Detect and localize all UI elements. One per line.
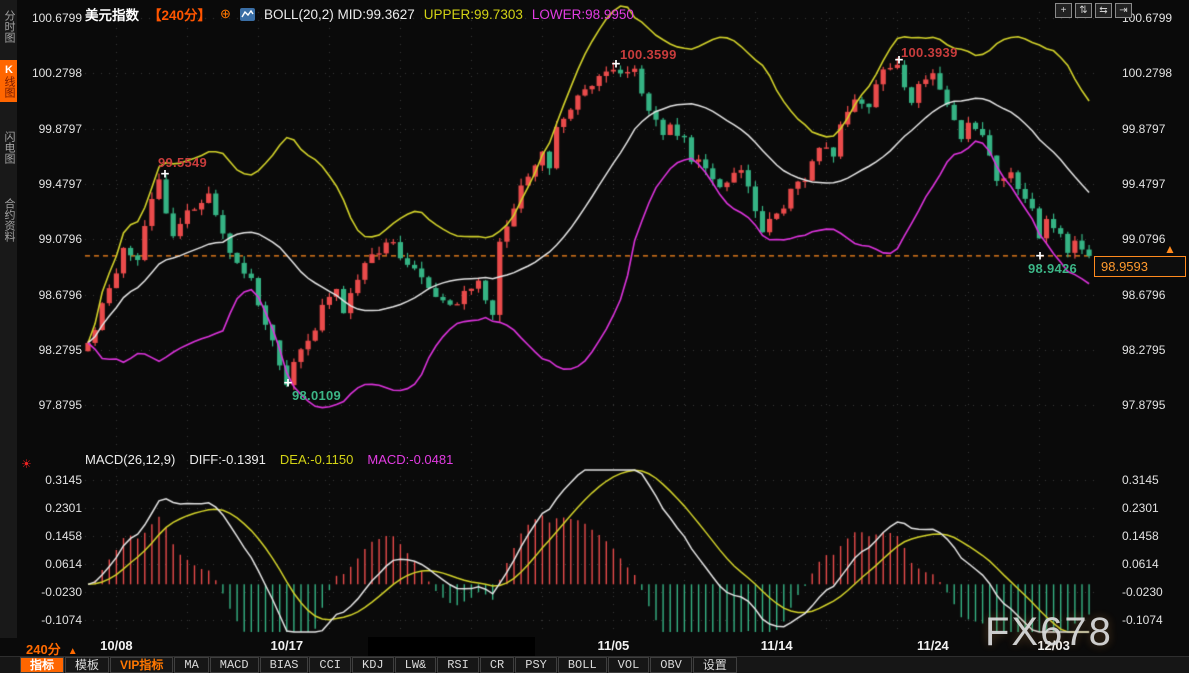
toolbar-button-BIAS[interactable]: BIAS <box>260 657 309 673</box>
y-axis-label: 99.8797 <box>1122 122 1184 136</box>
y-axis-label: 0.2301 <box>30 501 82 515</box>
toolbar-button-BOLL[interactable]: BOLL <box>558 657 607 673</box>
toolbar-button-CR[interactable]: CR <box>480 657 514 673</box>
current-price-box: 98.9593 <box>1094 256 1186 277</box>
y-axis-label: 100.6799 <box>30 11 82 25</box>
toolbar-button-PSY[interactable]: PSY <box>515 657 557 673</box>
y-axis-label: -0.1074 <box>30 613 82 627</box>
boll-mid-value: BOLL(20,2) MID:99.3627 <box>264 7 415 22</box>
toolbar-button-CCI[interactable]: CCI <box>309 657 351 673</box>
y-axis-label: 100.2798 <box>1122 66 1184 80</box>
fx678-watermark: FX678 <box>985 610 1113 655</box>
boll-upper-value: UPPER:99.7303 <box>424 7 523 22</box>
session-status-icon: ☀ <box>21 457 32 471</box>
extreme-marker-icon: + <box>895 52 904 69</box>
macd-diff-value: DIFF:-0.1391 <box>189 452 266 467</box>
macd-macd-value: MACD:-0.0481 <box>367 452 453 467</box>
price-annotation: 98.0109 <box>292 388 341 403</box>
crosshair-icon[interactable]: + <box>1055 3 1072 18</box>
toolbar-button-RSI[interactable]: RSI <box>437 657 479 673</box>
y-axis-label: 100.2798 <box>30 66 82 80</box>
toolbar-button-模板[interactable]: 模板 <box>65 657 109 673</box>
sidebar-item-1[interactable]: 分时图 <box>0 6 17 47</box>
current-price-value: 98.9593 <box>1101 259 1148 274</box>
chart-header: 美元指数 【240分】 ⊕ BOLL(20,2) MID:99.3627 UPP… <box>85 4 634 24</box>
toolbar-button-OBV[interactable]: OBV <box>650 657 692 673</box>
macd-formula: MACD(26,12,9) <box>85 452 175 467</box>
chart-window-controls: +⇅⇆⇥ <box>1055 3 1132 18</box>
x-axis-label: 11/05 <box>597 638 629 653</box>
y-axis-label: 0.3145 <box>1122 473 1184 487</box>
y-axis-label: 0.0614 <box>1122 557 1184 571</box>
extreme-marker-icon: + <box>284 375 293 392</box>
y-axis-label: 0.0614 <box>30 557 82 571</box>
x-axis-label: 10/08 <box>100 638 133 653</box>
chart-type-icon[interactable] <box>240 8 255 21</box>
extreme-marker-icon: + <box>161 166 170 183</box>
fit-vertical-icon[interactable]: ⇅ <box>1075 3 1092 18</box>
y-axis-label: 98.6796 <box>1122 288 1184 302</box>
circle-plus-icon[interactable]: ⊕ <box>220 6 231 22</box>
y-axis-label: 99.8797 <box>30 122 82 136</box>
toolbar-button-设置[interactable]: 设置 <box>693 657 737 673</box>
price-annotation: 100.3939 <box>901 45 958 60</box>
sidebar-item-2[interactable]: K线图 <box>0 60 17 102</box>
y-axis-label: 0.1458 <box>1122 529 1184 543</box>
goto-latest-icon[interactable]: ⇥ <box>1115 3 1132 18</box>
y-axis-label: 99.0796 <box>30 232 82 246</box>
toolbar-button-LW&[interactable]: LW& <box>395 657 437 673</box>
toolbar-button-MA[interactable]: MA <box>174 657 208 673</box>
toolbar-button-KDJ[interactable]: KDJ <box>352 657 394 673</box>
y-axis-label: 0.3145 <box>30 473 82 487</box>
macd-dea-value: DEA:-0.1150 <box>280 452 353 467</box>
left-sidebar: 分时图 K线图闪电图合约资料 <box>0 0 17 638</box>
macd-header: MACD(26,12,9) DIFF:-0.1391 DEA:-0.1150 M… <box>85 452 453 467</box>
extreme-marker-icon: + <box>1036 248 1045 265</box>
y-axis-label: 98.2795 <box>1122 343 1184 357</box>
blackout-region <box>368 637 535 656</box>
x-axis-label: 11/14 <box>761 638 793 653</box>
y-axis-label: 97.8795 <box>1122 398 1184 412</box>
y-axis-label: 99.4797 <box>1122 177 1184 191</box>
y-axis-label: 98.2795 <box>30 343 82 357</box>
y-axis-label: 97.8795 <box>30 398 82 412</box>
y-axis-label: -0.0230 <box>1122 585 1184 599</box>
y-axis-label: -0.0230 <box>30 585 82 599</box>
indicator-toolbar: 指标模板VIP指标MAMACDBIASCCIKDJLW&RSICRPSYBOLL… <box>0 656 1189 673</box>
sidebar-item-3[interactable]: 闪电图 <box>0 127 17 168</box>
boll-lower-value: LOWER:98.9950 <box>532 7 634 22</box>
fit-horizontal-icon[interactable]: ⇆ <box>1095 3 1112 18</box>
symbol-title: 美元指数 <box>85 4 139 24</box>
sidebar-item-4[interactable]: 合约资料 <box>0 194 17 246</box>
period-label: 【240分】 <box>148 4 211 24</box>
y-axis-label: 0.2301 <box>1122 501 1184 515</box>
y-axis-label: -0.1074 <box>1122 613 1184 627</box>
toolbar-button-MACD[interactable]: MACD <box>210 657 259 673</box>
extreme-marker-icon: + <box>612 56 621 73</box>
toolbar-button-指标[interactable]: 指标 <box>20 657 64 673</box>
y-axis-label: 99.4797 <box>30 177 82 191</box>
price-chart-canvas[interactable] <box>0 0 1189 673</box>
toolbar-button-VIP指标[interactable]: VIP指标 <box>110 657 173 673</box>
x-axis-label: 10/17 <box>271 638 304 653</box>
y-axis-label: 98.6796 <box>30 288 82 302</box>
y-axis-label: 0.1458 <box>30 529 82 543</box>
price-annotation: 100.3599 <box>620 47 677 62</box>
x-axis-label: 11/24 <box>917 638 949 653</box>
period-selector-label: 240分 <box>26 642 61 657</box>
price-up-arrow-icon: ▲ <box>1164 242 1176 256</box>
toolbar-button-VOL[interactable]: VOL <box>608 657 650 673</box>
